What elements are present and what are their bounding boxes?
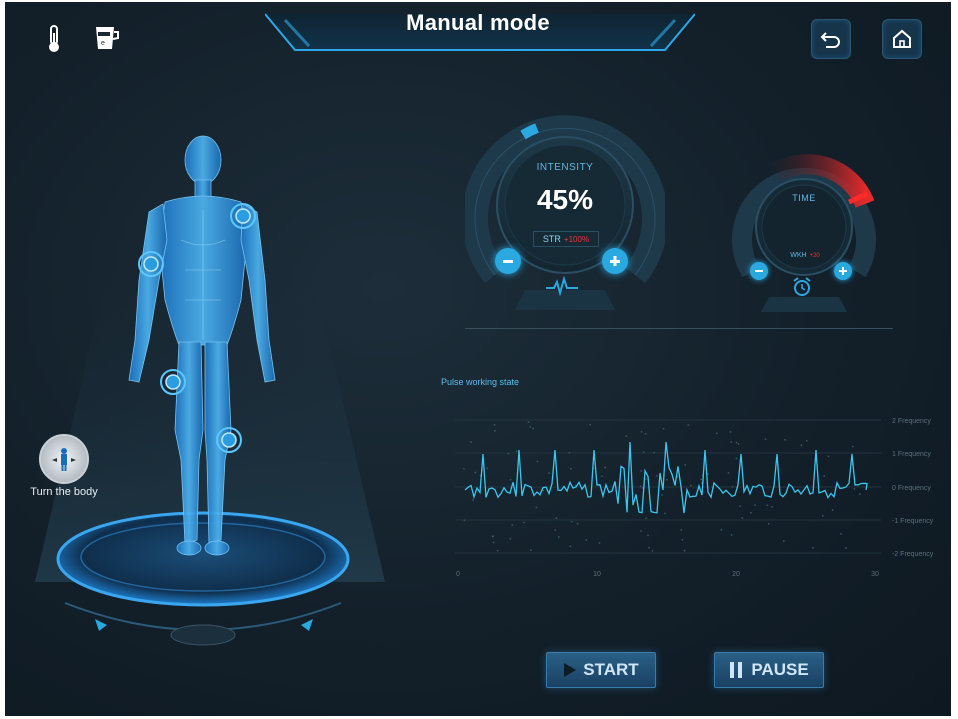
time-working-hours: WKH +20 <box>785 250 825 261</box>
pulse-y-tick: 0 Frequency <box>892 485 931 492</box>
intensity-decrease-button[interactable] <box>495 248 521 274</box>
joint-target-left-thigh[interactable] <box>159 368 187 401</box>
time-decrease-button[interactable] <box>750 262 768 280</box>
back-button[interactable] <box>811 19 851 59</box>
pause-button[interactable]: PAUSE <box>714 652 824 688</box>
pause-icon <box>730 662 743 678</box>
svg-text:e: e <box>101 40 105 47</box>
minus-icon <box>755 270 763 272</box>
pulse-y-tick: -2 Frequency <box>892 551 934 558</box>
pulse-icon <box>546 276 578 296</box>
app-window: Manual mode e Turn the body INTENSITY 45… <box>5 2 951 716</box>
pulse-y-tick: 2 Frequency <box>892 418 931 425</box>
back-icon <box>820 32 840 48</box>
rotate-body-icon <box>52 448 76 471</box>
working-hours-label: WKH <box>790 252 807 259</box>
strength-value: +100% <box>563 234 590 244</box>
home-icon <box>893 29 911 48</box>
pulse-y-tick: 1 Frequency <box>892 451 931 458</box>
thermometer-icon[interactable] <box>45 24 63 54</box>
minus-icon <box>503 260 513 263</box>
human-body-model[interactable] <box>115 130 285 580</box>
plus-icon <box>839 267 847 275</box>
pulse-x-tick: 30 <box>871 571 879 578</box>
joint-target-right-shoulder[interactable] <box>229 202 257 235</box>
time-increase-button[interactable] <box>834 262 852 280</box>
turn-body-label: Turn the body <box>30 486 98 498</box>
pulse-y-tick: -1 Frequency <box>892 518 934 525</box>
time-label: TIME <box>792 193 816 203</box>
pulse-x-tick: 20 <box>732 571 740 578</box>
working-hours-value: +20 <box>809 252 820 259</box>
intensity-increase-button[interactable] <box>602 248 628 274</box>
start-label: START <box>583 660 639 679</box>
plus-icon <box>610 256 620 266</box>
intensity-label: INTENSITY <box>536 162 594 173</box>
joint-target-right-knee[interactable] <box>215 426 243 459</box>
pause-label: PAUSE <box>751 660 809 679</box>
play-icon <box>564 663 577 677</box>
page-title: Manual mode <box>406 10 550 35</box>
strength-label: STR <box>542 234 561 244</box>
alarm-clock-icon <box>793 277 811 296</box>
joint-target-left-arm[interactable] <box>137 250 165 283</box>
start-button[interactable]: START <box>546 652 656 688</box>
pulse-chart: 2 Frequency 1 Frequency 0 Frequency -1 Freq… <box>455 418 934 578</box>
intensity-value: 45% <box>536 184 594 215</box>
divider <box>465 328 893 329</box>
pulse-title: Pulse working state <box>441 377 520 387</box>
turn-body-button[interactable] <box>39 434 89 484</box>
pulse-x-tick: 10 <box>593 571 601 578</box>
pulse-x-tick: 0 <box>456 571 460 578</box>
cup-icon[interactable]: e <box>93 24 119 52</box>
home-button[interactable] <box>882 19 922 59</box>
intensity-strength: STR +100% <box>533 231 599 247</box>
